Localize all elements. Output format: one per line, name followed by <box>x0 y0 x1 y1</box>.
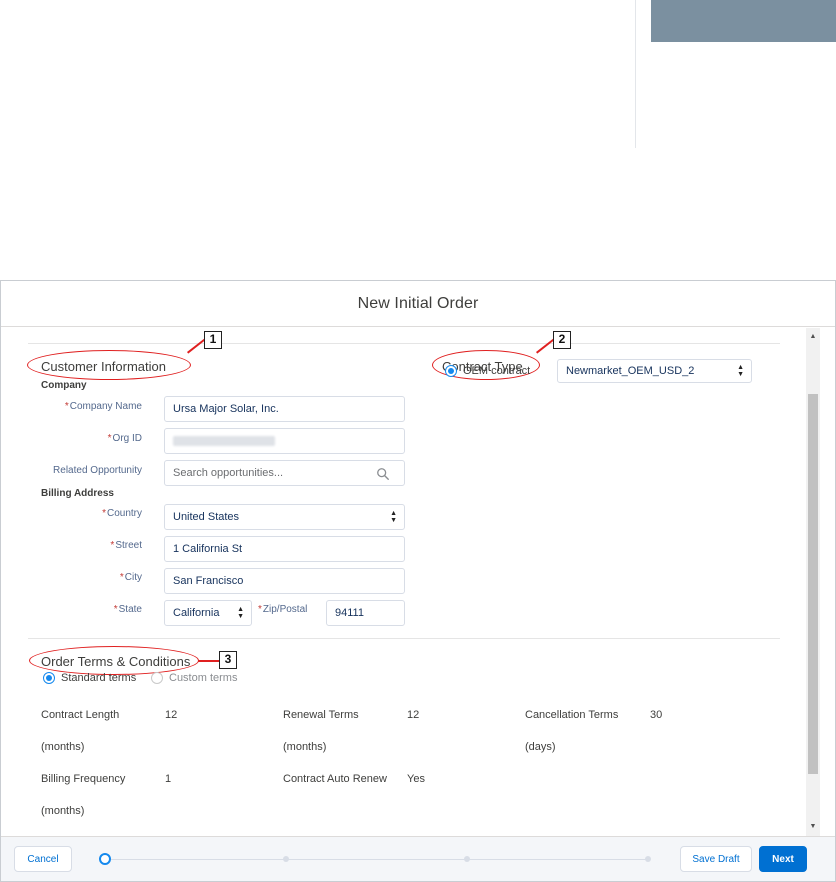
select-arrows-icon: ▲ ▼ <box>737 364 744 378</box>
progress-step-2[interactable] <box>283 856 289 862</box>
new-initial-order-modal: New Initial Order Customer Information 1… <box>0 280 836 882</box>
contract-value: Newmarket_OEM_USD_2 <box>566 365 695 377</box>
city-value: San Francisco <box>173 575 244 587</box>
annotation-marker-2: 2 <box>553 331 571 349</box>
annotation-marker-1: 1 <box>204 331 222 349</box>
background-header-panel <box>651 0 836 42</box>
org-id-label: *Org ID <box>107 433 142 444</box>
country-select[interactable]: United States ▲ ▼ <box>164 504 405 530</box>
save-draft-button[interactable]: Save Draft <box>680 846 752 872</box>
annotation-connector-2 <box>536 338 555 354</box>
related-opportunity-search[interactable]: Search opportunities... <box>164 460 405 486</box>
company-heading: Company <box>41 380 87 391</box>
city-label-text: City <box>124 572 142 583</box>
modal-title: New Initial Order <box>357 294 479 312</box>
contract-length-label: Contract Length <box>41 709 120 721</box>
background-divider <box>635 0 636 148</box>
standard-terms-option[interactable]: Standard terms <box>43 672 136 684</box>
zip-field[interactable]: 94111 <box>326 600 405 626</box>
custom-terms-option[interactable]: Custom terms <box>151 672 237 684</box>
auto-renew-label: Contract Auto Renew <box>283 773 387 785</box>
modal-header: New Initial Order <box>1 281 835 327</box>
standard-terms-radio[interactable] <box>43 672 55 684</box>
oem-contract-radio[interactable] <box>445 365 457 377</box>
next-button[interactable]: Next <box>759 846 807 872</box>
annotation-oval-1 <box>27 350 191 380</box>
cancellation-terms-value: 30 <box>650 709 663 721</box>
company-name-field[interactable]: Ursa Major Solar, Inc. <box>164 396 405 422</box>
street-value: 1 California St <box>173 543 243 555</box>
cancellation-terms-unit: (days) <box>525 741 556 753</box>
company-name-label-text: Company Name <box>69 401 142 412</box>
select-arrows-icon: ▲ ▼ <box>237 606 244 620</box>
company-name-label: *Company Name <box>64 401 142 412</box>
country-label: *Country <box>102 508 142 519</box>
org-id-label-text: Org ID <box>112 433 142 444</box>
related-opportunity-label: Related Opportunity <box>53 465 142 476</box>
section-divider-top <box>28 343 780 344</box>
renewal-terms-value: 12 <box>407 709 420 721</box>
company-name-value: Ursa Major Solar, Inc. <box>173 403 279 415</box>
billing-frequency-unit: (months) <box>41 805 85 817</box>
annotation-connector-1 <box>187 338 206 354</box>
select-arrows-icon: ▲ ▼ <box>390 510 397 524</box>
scroll-down-icon[interactable]: ▼ <box>806 820 820 834</box>
street-label-text: Street <box>115 540 142 551</box>
progress-step-3[interactable] <box>464 856 470 862</box>
section-divider-order-terms <box>28 638 780 639</box>
progress-step-4[interactable] <box>645 856 651 862</box>
city-label: *City <box>119 572 142 583</box>
progress-step-1-current[interactable] <box>99 853 111 865</box>
zip-label-text: Zip/Postal <box>262 604 308 615</box>
renewal-terms-unit: (months) <box>283 741 327 753</box>
annotation-oval-3 <box>29 646 199 675</box>
country-label-text: Country <box>106 508 142 519</box>
state-label: *State <box>113 604 142 615</box>
contract-length-unit: (months) <box>41 741 85 753</box>
street-label: *Street <box>110 540 142 551</box>
billing-frequency-label: Billing Frequency <box>41 773 126 785</box>
org-id-field[interactable] <box>164 428 405 454</box>
billing-address-heading: Billing Address <box>41 488 114 499</box>
progress-track <box>105 859 649 860</box>
street-field[interactable]: 1 California St <box>164 536 405 562</box>
org-id-redacted-value <box>173 436 275 446</box>
cancel-button[interactable]: Cancel <box>14 846 72 872</box>
contract-select[interactable]: Newmarket_OEM_USD_2 ▲ ▼ <box>557 359 752 383</box>
oem-contract-option[interactable]: OEM contract <box>445 365 530 377</box>
city-field[interactable]: San Francisco <box>164 568 405 594</box>
zip-value: 94111 <box>335 607 364 619</box>
scroll-thumb[interactable] <box>808 394 818 774</box>
search-icon[interactable] <box>376 467 390 481</box>
custom-terms-radio[interactable] <box>151 672 163 684</box>
auto-renew-value: Yes <box>407 773 425 785</box>
cancellation-terms-label: Cancellation Terms <box>525 709 619 721</box>
related-opportunity-placeholder: Search opportunities... <box>173 467 284 479</box>
zip-label: *Zip/Postal <box>258 604 308 615</box>
custom-terms-label: Custom terms <box>169 672 238 684</box>
renewal-terms-label: Renewal Terms <box>283 709 359 721</box>
state-label-text: State <box>118 604 142 615</box>
annotation-marker-3: 3 <box>219 651 237 669</box>
standard-terms-label: Standard terms <box>61 672 137 684</box>
country-value: United States <box>173 511 240 523</box>
modal-scrollbar[interactable]: ▲ ▼ <box>806 328 820 836</box>
billing-frequency-value: 1 <box>165 773 172 785</box>
oem-contract-label: OEM contract <box>463 365 531 377</box>
contract-length-value: 12 <box>165 709 178 721</box>
scroll-up-icon[interactable]: ▲ <box>806 330 820 344</box>
annotation-connector-3 <box>198 660 219 662</box>
related-opportunity-label-text: Related Opportunity <box>53 465 142 476</box>
state-select[interactable]: California ▲ ▼ <box>164 600 252 626</box>
state-value: California <box>173 607 220 619</box>
modal-footer: Cancel Save Draft Next <box>1 836 835 881</box>
modal-body: Customer Information 1 Company *Company … <box>1 328 835 836</box>
